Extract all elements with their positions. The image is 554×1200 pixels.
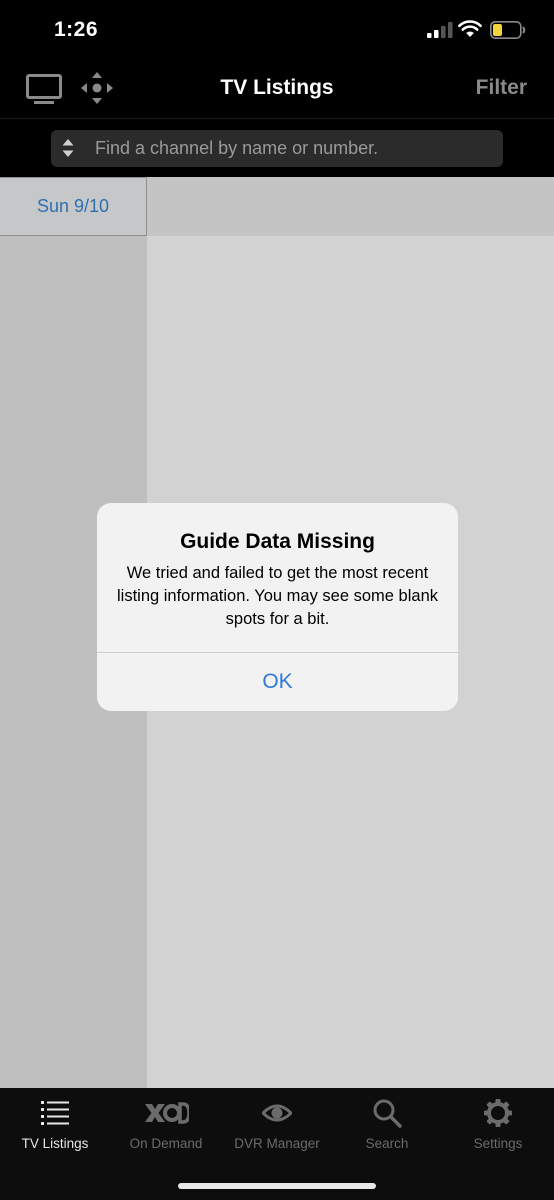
nav-bar: TV Listings Filter — [0, 62, 554, 118]
alert-title: Guide Data Missing — [180, 530, 375, 553]
tab-dvr-manager[interactable]: DVR Manager — [222, 1098, 332, 1158]
filter-button[interactable]: Filter — [476, 76, 527, 100]
date-selector[interactable]: Sun 9/10 — [0, 177, 147, 236]
search-icon — [373, 1099, 402, 1128]
home-indicator[interactable] — [178, 1183, 376, 1189]
battery-icon — [490, 21, 526, 39]
channel-search-input[interactable] — [95, 130, 495, 167]
tab-label: Search — [365, 1136, 409, 1151]
tab-label: TV Listings — [21, 1136, 89, 1151]
time-header-row — [147, 177, 554, 236]
alert-message: We tried and failed to get the most rece… — [116, 564, 438, 628]
tab-settings[interactable]: Settings — [443, 1098, 553, 1158]
wifi-icon — [458, 20, 482, 37]
page-title: TV Listings — [220, 76, 334, 99]
tab-search[interactable]: Search — [332, 1098, 442, 1158]
list-icon — [41, 1101, 69, 1125]
eye-icon — [262, 1104, 292, 1122]
status-time: 1:26 — [54, 18, 99, 41]
tab-label: On Demand — [129, 1136, 203, 1151]
xod-icon — [145, 1102, 189, 1124]
cellular-signal-icon — [427, 22, 453, 38]
gear-icon — [484, 1099, 512, 1127]
tab-label: DVR Manager — [234, 1136, 320, 1151]
status-bar: 1:26 — [0, 0, 554, 62]
search-area — [0, 118, 554, 177]
sort-arrows-icon[interactable] — [62, 138, 74, 158]
tab-tv-listings[interactable]: TV Listings — [0, 1098, 110, 1158]
alert-ok-button[interactable]: OK — [97, 653, 458, 711]
tab-label: Settings — [473, 1136, 523, 1151]
tab-on-demand[interactable]: On Demand — [111, 1098, 221, 1158]
channel-search-box[interactable] — [51, 130, 503, 167]
guide-data-missing-alert: Guide Data Missing We tried and failed t… — [97, 503, 458, 711]
